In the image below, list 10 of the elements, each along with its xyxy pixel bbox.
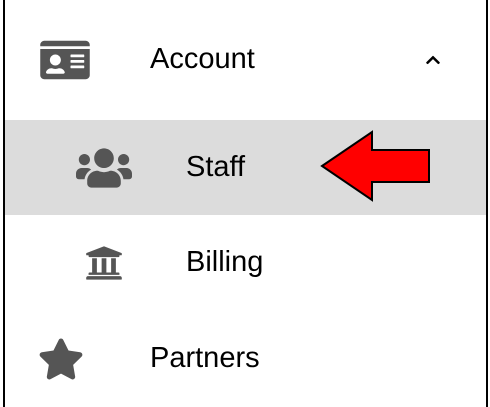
menu-item[interactable]: Account [5,0,486,120]
star-icon [38,338,84,380]
menu-label: Account [150,42,256,78]
submenu-item[interactable]: Staff [5,120,486,215]
menu-item[interactable]: Partners [5,310,486,407]
menu-label: Partners [150,340,261,376]
submenu-label: Staff [186,150,246,185]
submenu-label: Billing [186,244,264,280]
bank-icon [84,244,124,282]
id-card-icon [38,38,92,82]
